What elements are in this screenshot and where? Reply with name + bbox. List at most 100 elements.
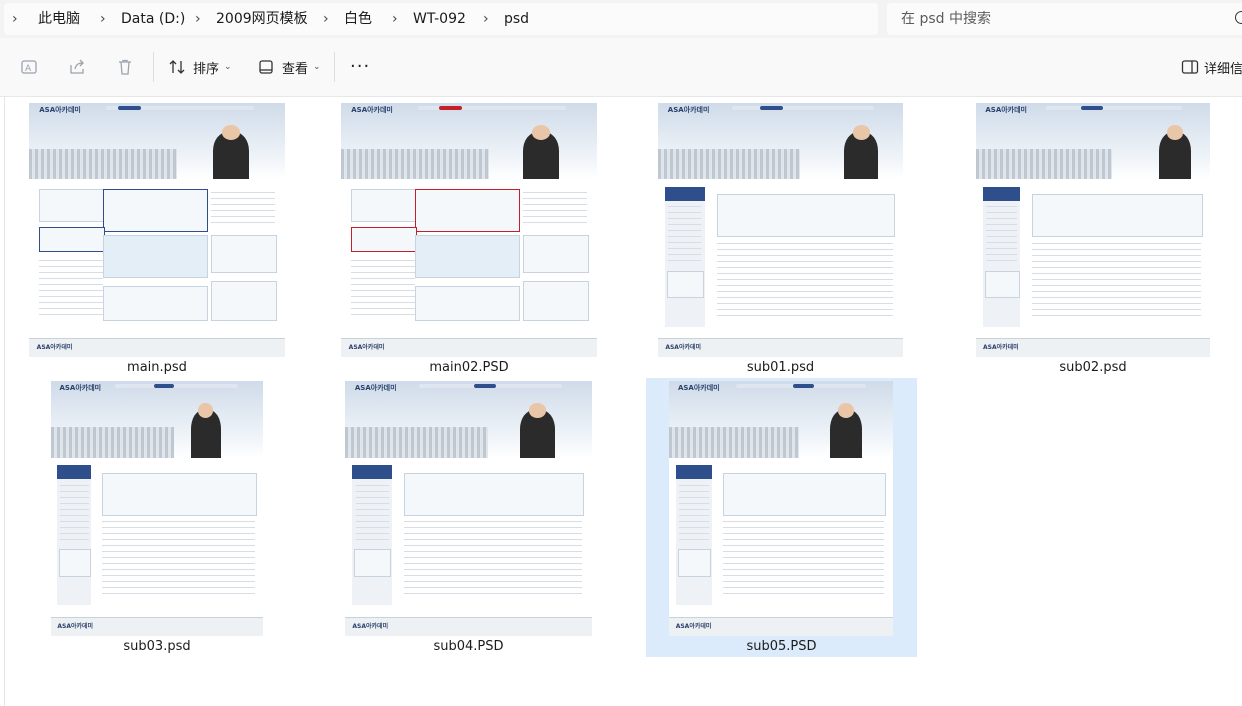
file-thumbnail: ASA아카데미 ASA아카데미 [345,381,592,636]
thumb-person [520,403,555,458]
file-grid: ASA아카데미 ASA아카데미 main.psd ASA아카데미 ASA아카데미… [0,97,1242,706]
thumb-footer: ASA아카데미 [658,338,903,357]
thumb-face [1166,125,1184,140]
thumb-side-header [352,465,392,480]
breadcrumb-item-psd[interactable]: psd [504,3,529,35]
share-icon[interactable] [66,56,88,78]
thumb-side-list [60,484,89,541]
thumb-side-menu [983,186,1021,327]
thumb-side-header [665,186,705,201]
file-name: main02.PSD [429,360,509,375]
thumb-side-banner [667,270,704,298]
thumb-content-visual [722,472,887,516]
thumb-logo: ASA아카데미 [354,384,397,393]
search-icon[interactable] [1235,11,1242,24]
thumb-footer-logo: ASA아카데미 [983,343,1019,351]
thumb-logo: ASA아카데미 [677,384,720,393]
thumb-footer: ASA아카데미 [345,617,592,636]
details-pane-button[interactable]: 详细信 [1180,54,1242,80]
thumb-header: ASA아카데미 [658,103,903,180]
thumb-ad [522,280,589,321]
file-item[interactable]: ASA아카데미 ASA아카데미 main.psd [23,103,291,377]
thumb-building [669,426,799,458]
thumb-content-lines [404,521,583,598]
thumb-footer: ASA아카데미 [976,338,1210,357]
thumb-person [844,125,879,180]
thumb-header: ASA아카데미 [51,381,263,458]
thumb-list [522,191,587,228]
file-item[interactable]: ASA아카데미 ASA아카데미 sub05.PSD [646,378,917,657]
file-name: sub04.PSD [433,639,504,654]
thumb-banner [103,189,208,232]
thumb-header: ASA아카데미 [345,381,592,458]
thumb-content-lines [1032,242,1201,319]
breadcrumb-item-this-pc[interactable]: 此电脑 [38,3,80,35]
file-item[interactable]: ASA아카데미 ASA아카데미 main02.PSD [335,103,603,377]
chevron-right-icon[interactable]: › [483,3,489,35]
thumb-ad [210,280,277,321]
file-item[interactable]: ASA아카데미 ASA아카데미 sub01.psd [652,103,909,377]
toolbar-divider [153,52,154,82]
thumb-person [830,403,862,458]
thumb-person [1158,125,1192,180]
chevron-right-icon[interactable]: › [12,3,18,35]
breadcrumb-item-data-d[interactable]: Data (D:) [121,3,185,35]
breadcrumb-item-wt092[interactable]: WT-092 [413,3,466,35]
command-bar: A 排序 ⌄ 查看 ⌄ ··· 详细信 [0,38,1242,97]
thumb-side-list [986,206,1018,263]
chevron-right-icon[interactable]: › [392,3,398,35]
file-name: main.psd [127,360,187,375]
sort-label: 排序 [193,61,220,77]
thumb-header: ASA아카데미 [341,103,597,180]
thumb-person [190,403,221,458]
thumb-footer: ASA아카데미 [29,338,285,357]
rename-icon[interactable]: A [18,56,40,78]
address-bar-row: › 此电脑 › Data (D:) › 2009网页模板 › 白色 › WT-0… [0,0,1242,38]
file-item[interactable]: ASA아카데미 ASA아카데미 sub02.psd [970,103,1216,377]
view-label: 查看 [282,61,309,77]
file-item[interactable]: ASA아카데미 ASA아카데미 sub04.PSD [339,381,598,656]
more-options-button[interactable]: ··· [350,58,370,76]
thumb-header: ASA아카데미 [669,381,893,458]
sort-icon [167,57,187,77]
thumb-face [852,125,870,140]
thumb-face [529,403,547,418]
address-bar[interactable]: › 此电脑 › Data (D:) › 2009网页模板 › 白色 › WT-0… [4,3,878,35]
thumb-logo: ASA아카데미 [59,384,102,393]
file-name: sub02.psd [1059,360,1127,375]
thumb-side-header [57,465,92,480]
thumb-nav [731,106,874,110]
file-name: sub01.psd [746,360,815,375]
file-name: sub05.PSD [746,639,817,654]
file-item[interactable]: ASA아카데미 ASA아카데미 sub03.psd [45,381,269,656]
delete-icon[interactable] [114,56,136,78]
thumb-content-lines [101,521,255,598]
thumb-side-banner [59,549,91,577]
thumb-building [29,148,178,180]
chevron-right-icon[interactable]: › [195,3,201,35]
thumb-list [210,191,275,228]
chevron-right-icon[interactable]: › [100,3,106,35]
sort-button[interactable]: 排序 ⌄ [167,54,232,80]
thumb-side-list [668,206,702,263]
thumb-list [351,260,416,317]
pane-divider [4,97,5,706]
thumb-content-visual [716,194,896,238]
thumb-side-header [675,465,712,480]
view-button[interactable]: 查看 ⌄ [256,54,321,80]
chevron-right-icon[interactable]: › [323,3,329,35]
breadcrumb-item-2009[interactable]: 2009网页模板 [216,3,308,35]
view-icon [256,57,276,77]
thumb-building [345,426,489,458]
thumb-login-box [39,189,106,222]
breadcrumb-item-white[interactable]: 白色 [344,3,372,35]
thumb-side-banner [984,270,1020,298]
thumb-face [531,125,550,140]
search-box[interactable]: 在 psd 中搜索 [887,3,1242,35]
thumb-notice [39,227,106,253]
thumb-footer-logo: ASA아카데미 [57,622,94,630]
thumb-footer: ASA아카데미 [341,338,597,357]
thumb-logo: ASA아카데미 [39,106,81,115]
thumb-face [198,403,214,418]
thumb-face [838,403,854,418]
